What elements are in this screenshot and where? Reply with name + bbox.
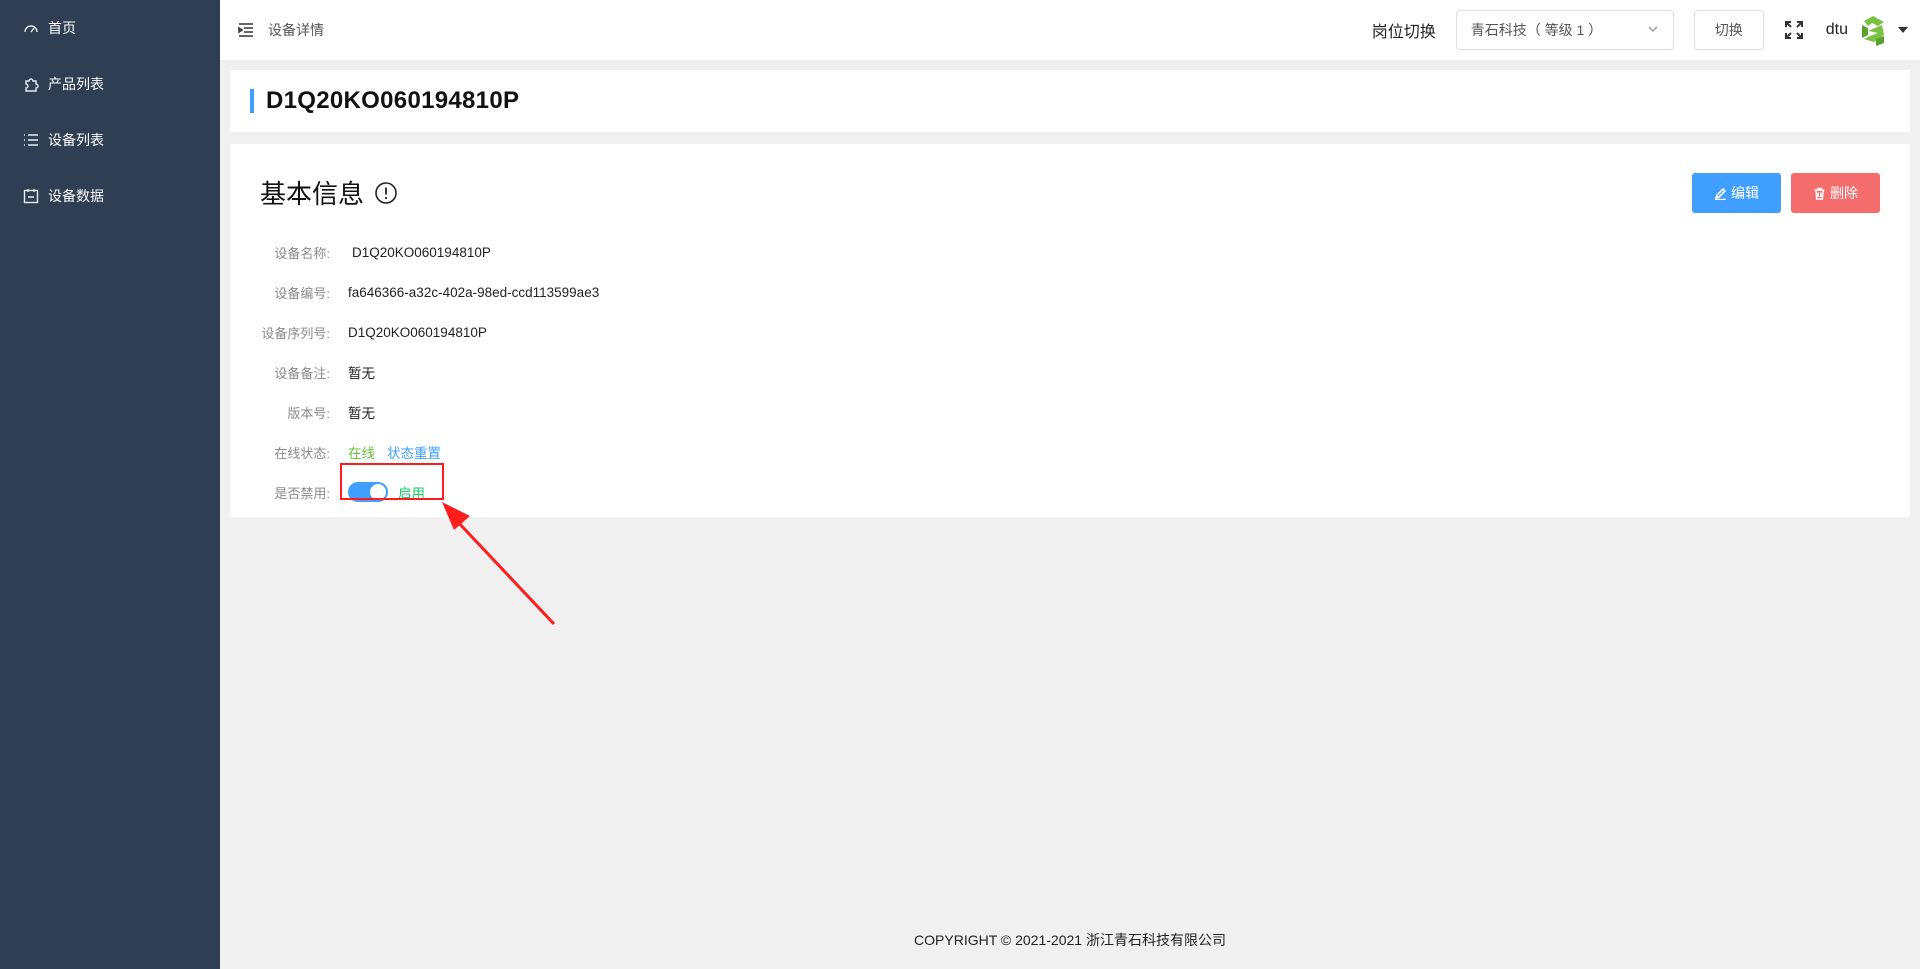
info-row-remark: 设备备注: 暂无 [230, 352, 599, 392]
info-row-status: 在线状态: 在线 状态重置 [230, 432, 599, 472]
trash-icon [1814, 187, 1825, 200]
title-accent [250, 89, 254, 113]
field-label: 设备名称: [274, 245, 330, 261]
sidebar-item-label: 首页 [48, 20, 76, 36]
edit-icon [1714, 187, 1727, 200]
field-value: D1Q20KO060194810P [348, 324, 487, 340]
online-status: 在线 [348, 446, 375, 461]
sidebar-item-products[interactable]: 产品列表 [0, 56, 220, 112]
menu-fold-icon[interactable] [236, 20, 256, 40]
toggle-knob [370, 484, 386, 500]
sidebar-item-home[interactable]: 首页 [0, 0, 220, 56]
enable-toggle[interactable] [348, 482, 388, 502]
position-select[interactable]: 青石科技（ 等级 1 ） [1455, 10, 1674, 50]
edit-button-label: 编辑 [1731, 185, 1759, 201]
page-title: D1Q20KO060194810P [266, 87, 520, 114]
info-row-serial: 设备序列号: D1Q20KO060194810P [230, 312, 599, 352]
basic-info-card: 基本信息 编辑 删除 设备名称: D1Q20KO060194810P 设备编号:… [230, 144, 1910, 517]
footer-copyright: COPYRIGHT © 2021-2021 浙江青石科技有限公司 [914, 932, 1226, 948]
header-right: 岗位切换 青石科技（ 等级 1 ） 切换 dtu [1372, 0, 1920, 60]
info-row-version: 版本号: 暂无 [230, 392, 599, 432]
info-row-disabled: 是否禁用: 启用 [230, 472, 599, 512]
field-label: 是否禁用: [274, 485, 330, 501]
field-label: 在线状态: [274, 445, 330, 461]
field-label: 设备序列号: [261, 325, 330, 341]
user-name[interactable]: dtu [1826, 21, 1848, 39]
avatar[interactable] [1854, 11, 1892, 49]
dashboard-icon [22, 19, 40, 37]
caret-down-icon[interactable] [1898, 27, 1908, 33]
sidebar-item-devices[interactable]: 设备列表 [0, 112, 220, 168]
info-row-name: 设备名称: D1Q20KO060194810P [230, 232, 599, 272]
calendar-icon [22, 187, 40, 205]
delete-button[interactable]: 删除 [1791, 173, 1880, 213]
field-label: 版本号: [287, 405, 330, 421]
field-value: D1Q20KO060194810P [352, 244, 491, 260]
field-value: 暂无 [348, 366, 375, 381]
card-header: 基本信息 [260, 174, 398, 211]
top-header: 设备详情 岗位切换 青石科技（ 等级 1 ） 切换 dtu [220, 0, 1920, 60]
sidebar-item-label: 产品列表 [48, 76, 104, 92]
field-label: 设备编号: [274, 285, 330, 301]
device-title-bar: D1Q20KO060194810P [230, 70, 1910, 132]
info-row-id: 设备编号: fa646366-a32c-402a-98ed-ccd113599a… [230, 272, 599, 312]
delete-button-label: 删除 [1830, 185, 1858, 201]
enable-switch-wrap: 启用 [340, 482, 425, 502]
switch-button[interactable]: 切换 [1693, 10, 1764, 50]
sidebar-item-label: 设备列表 [48, 132, 104, 148]
sidebar-item-device-data[interactable]: 设备数据 [0, 168, 220, 224]
breadcrumb: 设备详情 [268, 22, 324, 38]
sidebar-item-label: 设备数据 [48, 188, 104, 204]
edit-button[interactable]: 编辑 [1692, 173, 1781, 213]
info-rows: 设备名称: D1Q20KO060194810P 设备编号: fa646366-a… [230, 232, 599, 512]
field-value: fa646366-a32c-402a-98ed-ccd113599ae3 [348, 284, 600, 300]
card-actions: 编辑 删除 [1692, 173, 1880, 213]
list-icon [22, 131, 40, 149]
sidebar: 首页 产品列表 设备列表 设备数据 [0, 0, 220, 969]
fullscreen-icon[interactable] [1784, 20, 1804, 40]
puzzle-icon [22, 75, 40, 93]
position-switch-label: 岗位切换 [1371, 24, 1436, 41]
card-title: 基本信息 [260, 179, 365, 209]
field-value: 暂无 [348, 406, 375, 421]
info-circle-icon[interactable] [374, 181, 398, 205]
position-select-value: 青石科技（ 等级 1 ） [1470, 22, 1603, 38]
status-reset-link[interactable]: 状态重置 [387, 442, 441, 462]
enable-toggle-label: 启用 [398, 486, 425, 501]
field-label: 设备备注: [274, 365, 330, 381]
chevron-down-icon [1647, 22, 1659, 38]
